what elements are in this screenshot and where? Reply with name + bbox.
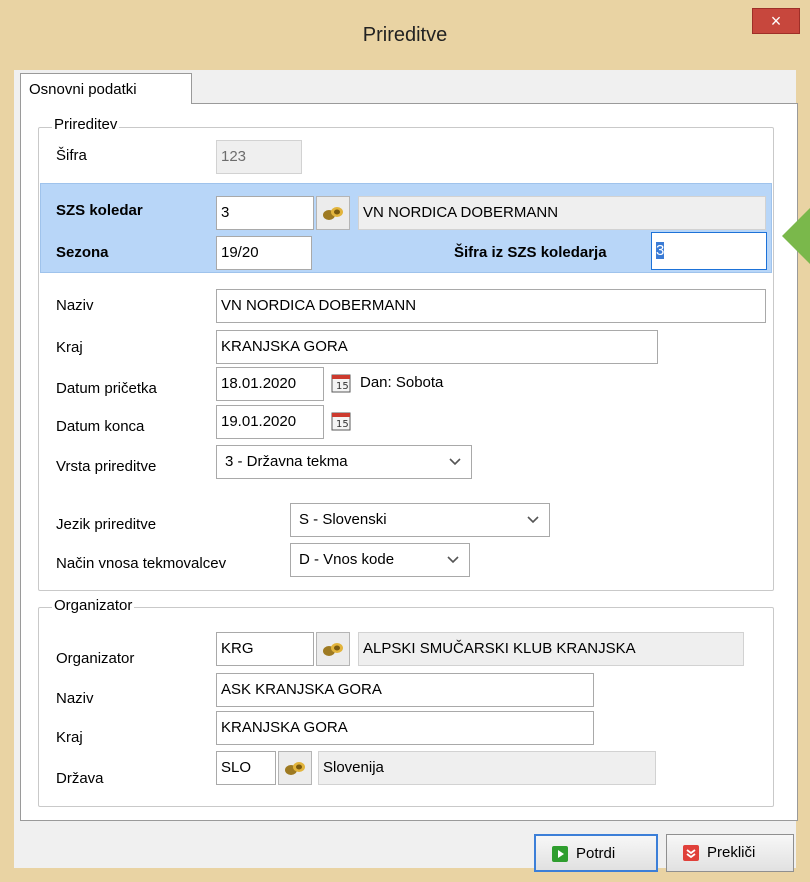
title-bar[interactable]: Prireditve ×: [0, 0, 810, 70]
datum-konca-calendar-button[interactable]: 15: [328, 405, 354, 439]
kraj-field[interactable]: KRANJSKA GORA: [216, 330, 658, 364]
kraj-label: Kraj: [56, 339, 83, 356]
confirm-button[interactable]: Potrdi: [534, 834, 658, 872]
naziv-field[interactable]: VN NORDICA DOBERMANN: [216, 289, 766, 323]
naziv-label: Naziv: [56, 297, 94, 314]
close-icon: ×: [770, 11, 782, 31]
organizator-lookup-button[interactable]: [316, 632, 350, 666]
vrsta-select[interactable]: 3 - Državna tekma: [216, 445, 472, 479]
window-title: Prireditve: [362, 24, 448, 46]
szs-koledar-label: SZS koledar: [56, 202, 143, 219]
play-icon: [552, 846, 568, 862]
drzava-name: Slovenija: [318, 751, 656, 785]
cancel-label: Prekliči: [707, 844, 756, 861]
nacin-value: D - Vnos kode: [299, 551, 395, 568]
szs-koledar-field[interactable]: 3: [216, 196, 314, 230]
nacin-label: Način vnosa tekmovalcev: [56, 555, 227, 572]
sifra-koledar-value: 3: [656, 242, 665, 259]
drzava-lookup-button[interactable]: [278, 751, 312, 785]
jezik-label: Jezik prireditve: [56, 516, 157, 533]
sifra-field[interactable]: 123: [216, 140, 302, 174]
sezona-label: Sezona: [56, 244, 109, 261]
sifra-koledar-field[interactable]: 3: [651, 232, 767, 270]
org-kraj-label: Kraj: [56, 729, 83, 746]
szs-koledar-lookup-button[interactable]: [316, 196, 350, 230]
cancel-icon: [683, 845, 699, 861]
nacin-select[interactable]: D - Vnos kode: [290, 543, 470, 577]
cancel-button[interactable]: Prekliči: [666, 834, 794, 872]
svg-text:15: 15: [336, 381, 349, 392]
org-naziv-field[interactable]: ASK KRANJSKA GORA: [216, 673, 594, 707]
svg-text:15: 15: [336, 419, 349, 430]
chevron-down-icon: [447, 556, 459, 564]
organizator-name: ALPSKI SMUČARSKI KLUB KRANJSKA: [358, 632, 744, 666]
binoculars-icon: [323, 207, 343, 220]
tab-osnovni-podatki[interactable]: Osnovni podatki: [20, 73, 192, 104]
prireditev-group-label: Prireditev: [52, 116, 120, 133]
organizator-code-field[interactable]: KRG: [216, 632, 314, 666]
calendar-icon: 15: [331, 412, 351, 431]
tab-label: Osnovni podatki: [29, 81, 137, 98]
datum-zacetka-label: Datum pričetka: [56, 380, 157, 397]
dan-text: Dan: Sobota: [360, 374, 444, 391]
jezik-value: S - Slovenski: [299, 511, 387, 528]
dialog-window: Prireditve × Osnovni podatki Prireditev …: [0, 0, 810, 882]
szs-koledar-name: VN NORDICA DOBERMANN: [358, 196, 766, 230]
calendar-icon: 15: [331, 374, 351, 393]
jezik-select[interactable]: S - Slovenski: [290, 503, 550, 537]
drzava-label: Država: [56, 770, 104, 787]
org-kraj-field[interactable]: KRANJSKA GORA: [216, 711, 594, 745]
org-naziv-label: Naziv: [56, 690, 94, 707]
sifra-koledar-label: Šifra iz SZS koledarja: [454, 244, 607, 261]
datum-konca-field[interactable]: 19.01.2020: [216, 405, 324, 439]
organizator-label: Organizator: [56, 650, 135, 667]
sifra-label: Šifra: [56, 147, 87, 164]
datum-zacetka-field[interactable]: 18.01.2020: [216, 367, 324, 401]
datum-konca-label: Datum konca: [56, 418, 145, 435]
chevron-down-icon: [449, 458, 461, 466]
green-arrow-marker: [782, 196, 810, 276]
binoculars-icon: [323, 643, 343, 656]
datum-zacetka-calendar-button[interactable]: 15: [328, 367, 354, 401]
confirm-label: Potrdi: [576, 845, 616, 862]
binoculars-icon: [285, 762, 305, 775]
organizator-group-label: Organizator: [52, 597, 135, 614]
close-button[interactable]: ×: [752, 8, 800, 34]
vrsta-value: 3 - Državna tekma: [225, 453, 348, 470]
sezona-field[interactable]: 19/20: [216, 236, 312, 270]
chevron-down-icon: [527, 516, 539, 524]
drzava-code-field[interactable]: SLO: [216, 751, 276, 785]
vrsta-label: Vrsta prireditve: [56, 458, 157, 475]
